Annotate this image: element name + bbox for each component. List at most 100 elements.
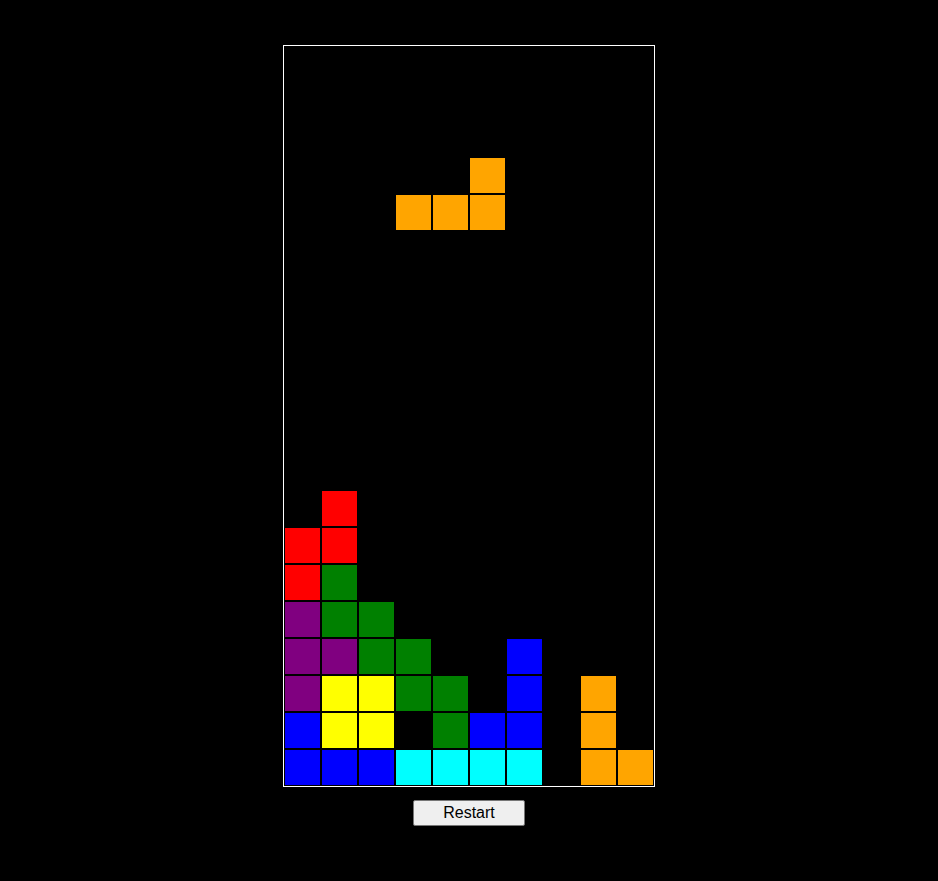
board-cell [617,490,654,527]
board-cell [395,490,432,527]
board-cell [617,83,654,120]
board-cell [469,638,506,675]
board-cell [543,194,580,231]
board-cell [543,379,580,416]
board-cell [617,157,654,194]
board-cell [543,638,580,675]
board-cell [617,749,654,786]
board-cell [321,194,358,231]
board-cell [543,157,580,194]
board-cell [506,490,543,527]
board-cell [617,453,654,490]
board-cell [358,305,395,342]
board-cell [321,564,358,601]
board-cell [358,601,395,638]
board-cell [543,564,580,601]
board-cell [580,268,617,305]
board-cell [543,527,580,564]
board-cell [580,83,617,120]
board-cell [432,564,469,601]
board-cell [358,231,395,268]
board-cell [395,712,432,749]
board-cell [284,527,321,564]
board-cell [284,453,321,490]
board-cell [617,46,654,83]
board-cell [432,46,469,83]
board-cell [284,564,321,601]
board-cell [469,194,506,231]
board-cell [580,675,617,712]
board-cell [580,231,617,268]
board-cell [395,342,432,379]
board-cell [506,675,543,712]
board-cell [469,490,506,527]
board-cell [543,83,580,120]
board-cell [395,564,432,601]
board-cell [358,675,395,712]
board-cell [395,268,432,305]
board-cell [617,416,654,453]
board-cell [321,231,358,268]
board-cell [358,83,395,120]
board-cell [284,416,321,453]
board-cell [284,712,321,749]
board-cell [543,712,580,749]
board-cell [580,46,617,83]
board-cell [321,453,358,490]
board-cell [617,601,654,638]
board-cell [469,675,506,712]
board-cell [321,749,358,786]
board-cell [284,157,321,194]
board-cell [321,120,358,157]
board-cell [506,157,543,194]
board-cell [580,305,617,342]
board-cell [358,194,395,231]
board-cell [395,157,432,194]
board-cell [284,268,321,305]
board-cell [358,527,395,564]
board-cell [543,268,580,305]
board-cell [284,46,321,83]
board-cell [469,46,506,83]
board-cell [432,527,469,564]
board-cell [617,638,654,675]
board-cell [432,305,469,342]
board-cell [580,490,617,527]
restart-button[interactable]: Restart [413,800,525,826]
board-cell [284,675,321,712]
board-cell [284,379,321,416]
board-cell [506,564,543,601]
board-cell [432,601,469,638]
board-cell [358,342,395,379]
board-cell [543,490,580,527]
board-cell [506,416,543,453]
board-cell [469,305,506,342]
board-cell [395,194,432,231]
board-cell [469,749,506,786]
board-cell [432,490,469,527]
board-cell [432,749,469,786]
board-cell [469,83,506,120]
board-cell [432,120,469,157]
board-cell [506,453,543,490]
board-cell [469,231,506,268]
board-cell [321,527,358,564]
board-cell [284,231,321,268]
board-cell [469,416,506,453]
board-cell [543,601,580,638]
board-cell [432,231,469,268]
board-cell [580,453,617,490]
board-cell [543,120,580,157]
board-cell [580,379,617,416]
board-cell [321,675,358,712]
board-cell [395,120,432,157]
board-cell [358,490,395,527]
board-cell [358,157,395,194]
board-cell [506,379,543,416]
board-cell [580,638,617,675]
board-cell [580,601,617,638]
board-cell [321,268,358,305]
board-cell [543,342,580,379]
board-cell [617,231,654,268]
board-cell [617,305,654,342]
